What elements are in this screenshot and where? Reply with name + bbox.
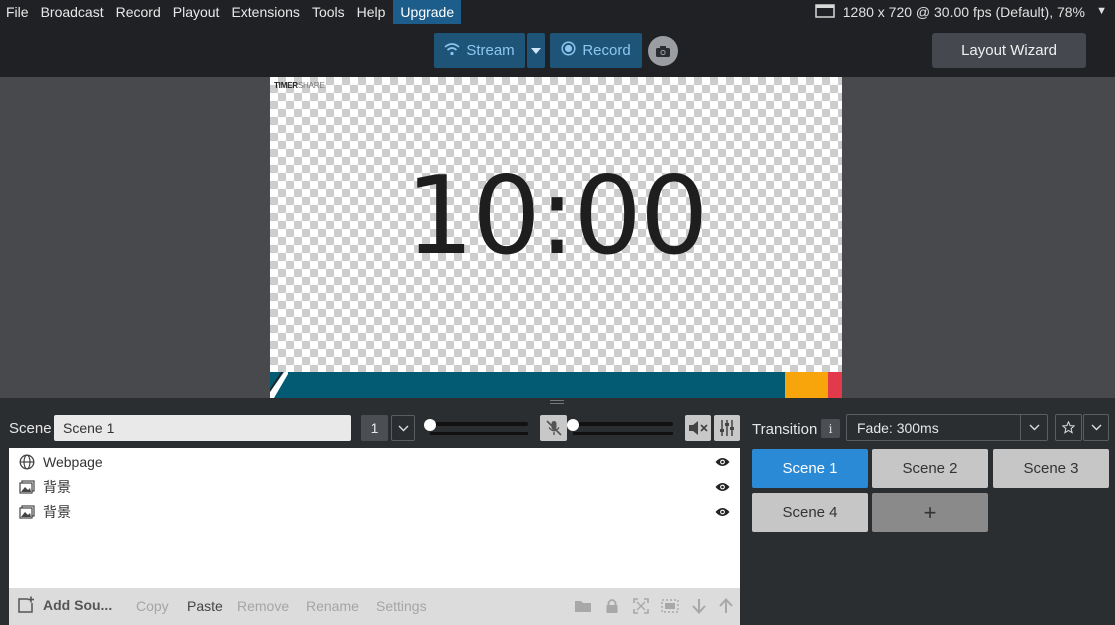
stream-label: Stream <box>466 42 515 59</box>
mic-mute-button[interactable] <box>540 415 567 441</box>
transition-select[interactable]: Fade: 300ms <box>846 414 1048 441</box>
camera-icon <box>656 45 670 57</box>
mixer-icon <box>720 420 734 436</box>
scene-button-4[interactable]: Scene 4 <box>752 493 868 532</box>
chevron-down-icon <box>398 425 408 431</box>
main-toolbar: Stream Record Layout Wizard <box>0 24 1115 77</box>
transition-label: Transition <box>752 421 818 438</box>
paste-button[interactable]: Paste <box>187 598 223 614</box>
stream-button[interactable]: Stream <box>434 33 525 68</box>
chevron-down-icon <box>1091 424 1101 431</box>
record-label: Record <box>582 42 631 59</box>
add-source-label: Add Sou... <box>43 597 113 613</box>
image-icon <box>19 479 35 495</box>
lower-bar-red <box>828 372 842 398</box>
add-scene-button[interactable]: + <box>872 493 988 532</box>
caret-down-icon <box>531 47 541 54</box>
image-icon <box>19 504 35 520</box>
settings-button[interactable]: Settings <box>376 598 427 614</box>
globe-icon <box>19 454 35 470</box>
source-name: 背景 <box>43 478 71 495</box>
scene-button-2[interactable]: Scene 2 <box>872 449 988 488</box>
speaker-muted-icon <box>689 421 708 435</box>
audio-mixer-button[interactable] <box>714 415 740 441</box>
timer-display: 10:00 <box>405 154 708 279</box>
crop-icon[interactable] <box>661 597 679 615</box>
panel-splitter[interactable] <box>0 398 1115 407</box>
resolution-dropdown-icon[interactable]: ▼ <box>1096 0 1107 24</box>
resolution-text: 1280 x 720 @ 30.00 fps (Default), 78% <box>842 4 1085 20</box>
folder-icon[interactable] <box>574 597 592 615</box>
mic-slider-track-bottom <box>573 432 673 435</box>
arrow-down-icon[interactable] <box>690 597 708 615</box>
menu-help[interactable]: Help <box>351 0 392 24</box>
info-icon[interactable]: i <box>821 419 840 438</box>
fit-screen-icon[interactable] <box>632 597 650 615</box>
transition-value: Fade: 300ms <box>857 419 939 436</box>
source-item[interactable]: Webpage <box>9 449 740 474</box>
transition-options-dropdown[interactable] <box>1083 414 1109 441</box>
mic-slider-knob[interactable] <box>567 419 579 431</box>
scene-button-1[interactable]: Scene 1 <box>752 449 868 488</box>
desktop-audio-slider-knob[interactable] <box>424 419 436 431</box>
remove-button[interactable]: Remove <box>237 598 289 614</box>
snapshot-button[interactable] <box>648 36 678 66</box>
record-icon <box>561 41 576 60</box>
record-button[interactable]: Record <box>550 33 642 68</box>
add-source-icon <box>18 596 34 613</box>
sources-toolbar: Add Sou... Copy Paste Remove Rename Sett… <box>9 588 740 625</box>
scene-number-badge[interactable]: 1 <box>361 415 388 441</box>
layout-wizard-button[interactable]: Layout Wizard <box>932 33 1086 68</box>
desktop-audio-slider-track-top[interactable] <box>430 422 528 426</box>
arrow-up-icon[interactable] <box>717 597 735 615</box>
mic-slider-track-top[interactable] <box>573 422 673 426</box>
menu-tools[interactable]: Tools <box>306 0 351 24</box>
mic-muted-icon <box>545 420 562 436</box>
menu-upgrade[interactable]: Upgrade <box>393 0 462 24</box>
scene-button-3[interactable]: Scene 3 <box>993 449 1109 488</box>
wifi-icon <box>444 42 460 60</box>
source-item[interactable]: 背景 <box>9 499 740 524</box>
menu-file[interactable]: File <box>0 0 35 24</box>
speaker-mute-button[interactable] <box>685 415 711 441</box>
menu-extensions[interactable]: Extensions <box>225 0 305 24</box>
scene-selector-dropdown[interactable] <box>391 415 415 441</box>
add-source-button[interactable]: Add Sou... <box>17 596 112 614</box>
copy-button[interactable]: Copy <box>136 598 169 614</box>
monitor-icon <box>815 3 835 21</box>
sources-list[interactable]: Webpage 背景 背景 <box>9 448 740 588</box>
bottom-dock: Scene Scene 1 1 Webpage 背景 背景 Add Sou...… <box>0 407 1115 625</box>
scene-name-field[interactable]: Scene 1 <box>54 415 351 441</box>
menu-broadcast[interactable]: Broadcast <box>35 0 110 24</box>
menu-playout[interactable]: Playout <box>167 0 226 24</box>
lower-bar-teal <box>270 372 785 398</box>
eye-icon[interactable] <box>714 454 730 470</box>
star-icon <box>1062 421 1075 434</box>
desktop-audio-slider-track-bottom <box>430 432 528 435</box>
lower-bar-orange <box>785 372 828 398</box>
preview-area: TIMERSHARE 10:00 <box>0 77 1115 398</box>
rename-button[interactable]: Rename <box>306 598 359 614</box>
source-item[interactable]: 背景 <box>9 474 740 499</box>
stream-options-button[interactable] <box>527 33 545 68</box>
favorite-transition-button[interactable] <box>1055 414 1082 441</box>
menu-record[interactable]: Record <box>110 0 167 24</box>
bar-corner-accent <box>270 372 288 398</box>
resolution-indicator[interactable]: 1280 x 720 @ 30.00 fps (Default), 78% <box>815 0 1085 24</box>
splitter-grip[interactable] <box>550 400 564 404</box>
eye-icon[interactable] <box>714 504 730 520</box>
chevron-down-icon[interactable] <box>1020 415 1047 440</box>
scene-label: Scene <box>9 420 52 437</box>
preview-canvas[interactable]: TIMERSHARE 10:00 <box>270 77 842 398</box>
lock-icon[interactable] <box>603 597 621 615</box>
source-name: Webpage <box>43 453 103 470</box>
eye-icon[interactable] <box>714 479 730 495</box>
source-name: 背景 <box>43 503 71 520</box>
menubar: File Broadcast Record Playout Extensions… <box>0 0 1115 24</box>
timershare-logo: TIMERSHARE <box>274 81 325 90</box>
